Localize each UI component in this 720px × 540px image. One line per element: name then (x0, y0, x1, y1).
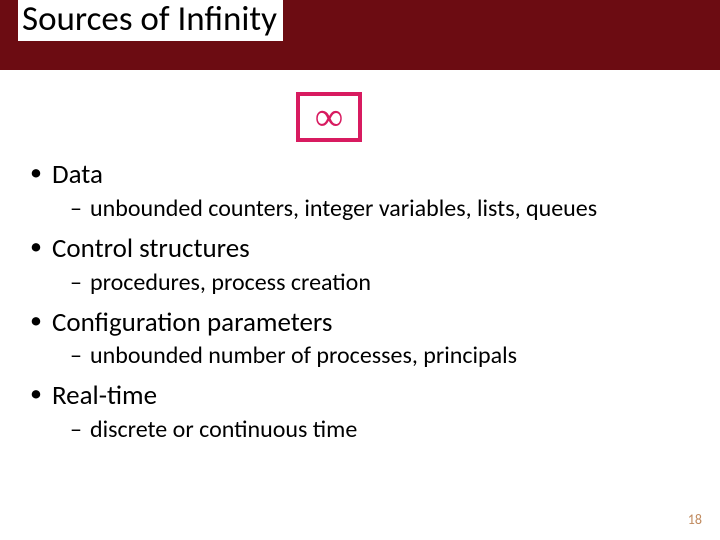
infinity-icon: ∞ (315, 97, 344, 137)
bullet-control: Control structures (26, 232, 700, 266)
slide-title: Sources of Infinity (18, 0, 283, 41)
bullet-data: Data (26, 158, 700, 192)
bullet-realtime: Real-time (26, 379, 700, 413)
title-bar: Sources of Infinity (0, 0, 720, 70)
subbullet-control: procedures, process creation (26, 268, 700, 298)
subbullet-config: unbounded number of processes, principal… (26, 341, 700, 371)
page-number: 18 (688, 511, 702, 528)
bullet-config: Configuration parameters (26, 306, 700, 340)
subbullet-data: unbounded counters, integer variables, l… (26, 194, 700, 224)
slide: Sources of Infinity ∞ Data unbounded cou… (0, 0, 720, 540)
infinity-box: ∞ (296, 92, 362, 142)
slide-content: Data unbounded counters, integer variabl… (26, 158, 700, 453)
subbullet-realtime: discrete or continuous time (26, 415, 700, 445)
